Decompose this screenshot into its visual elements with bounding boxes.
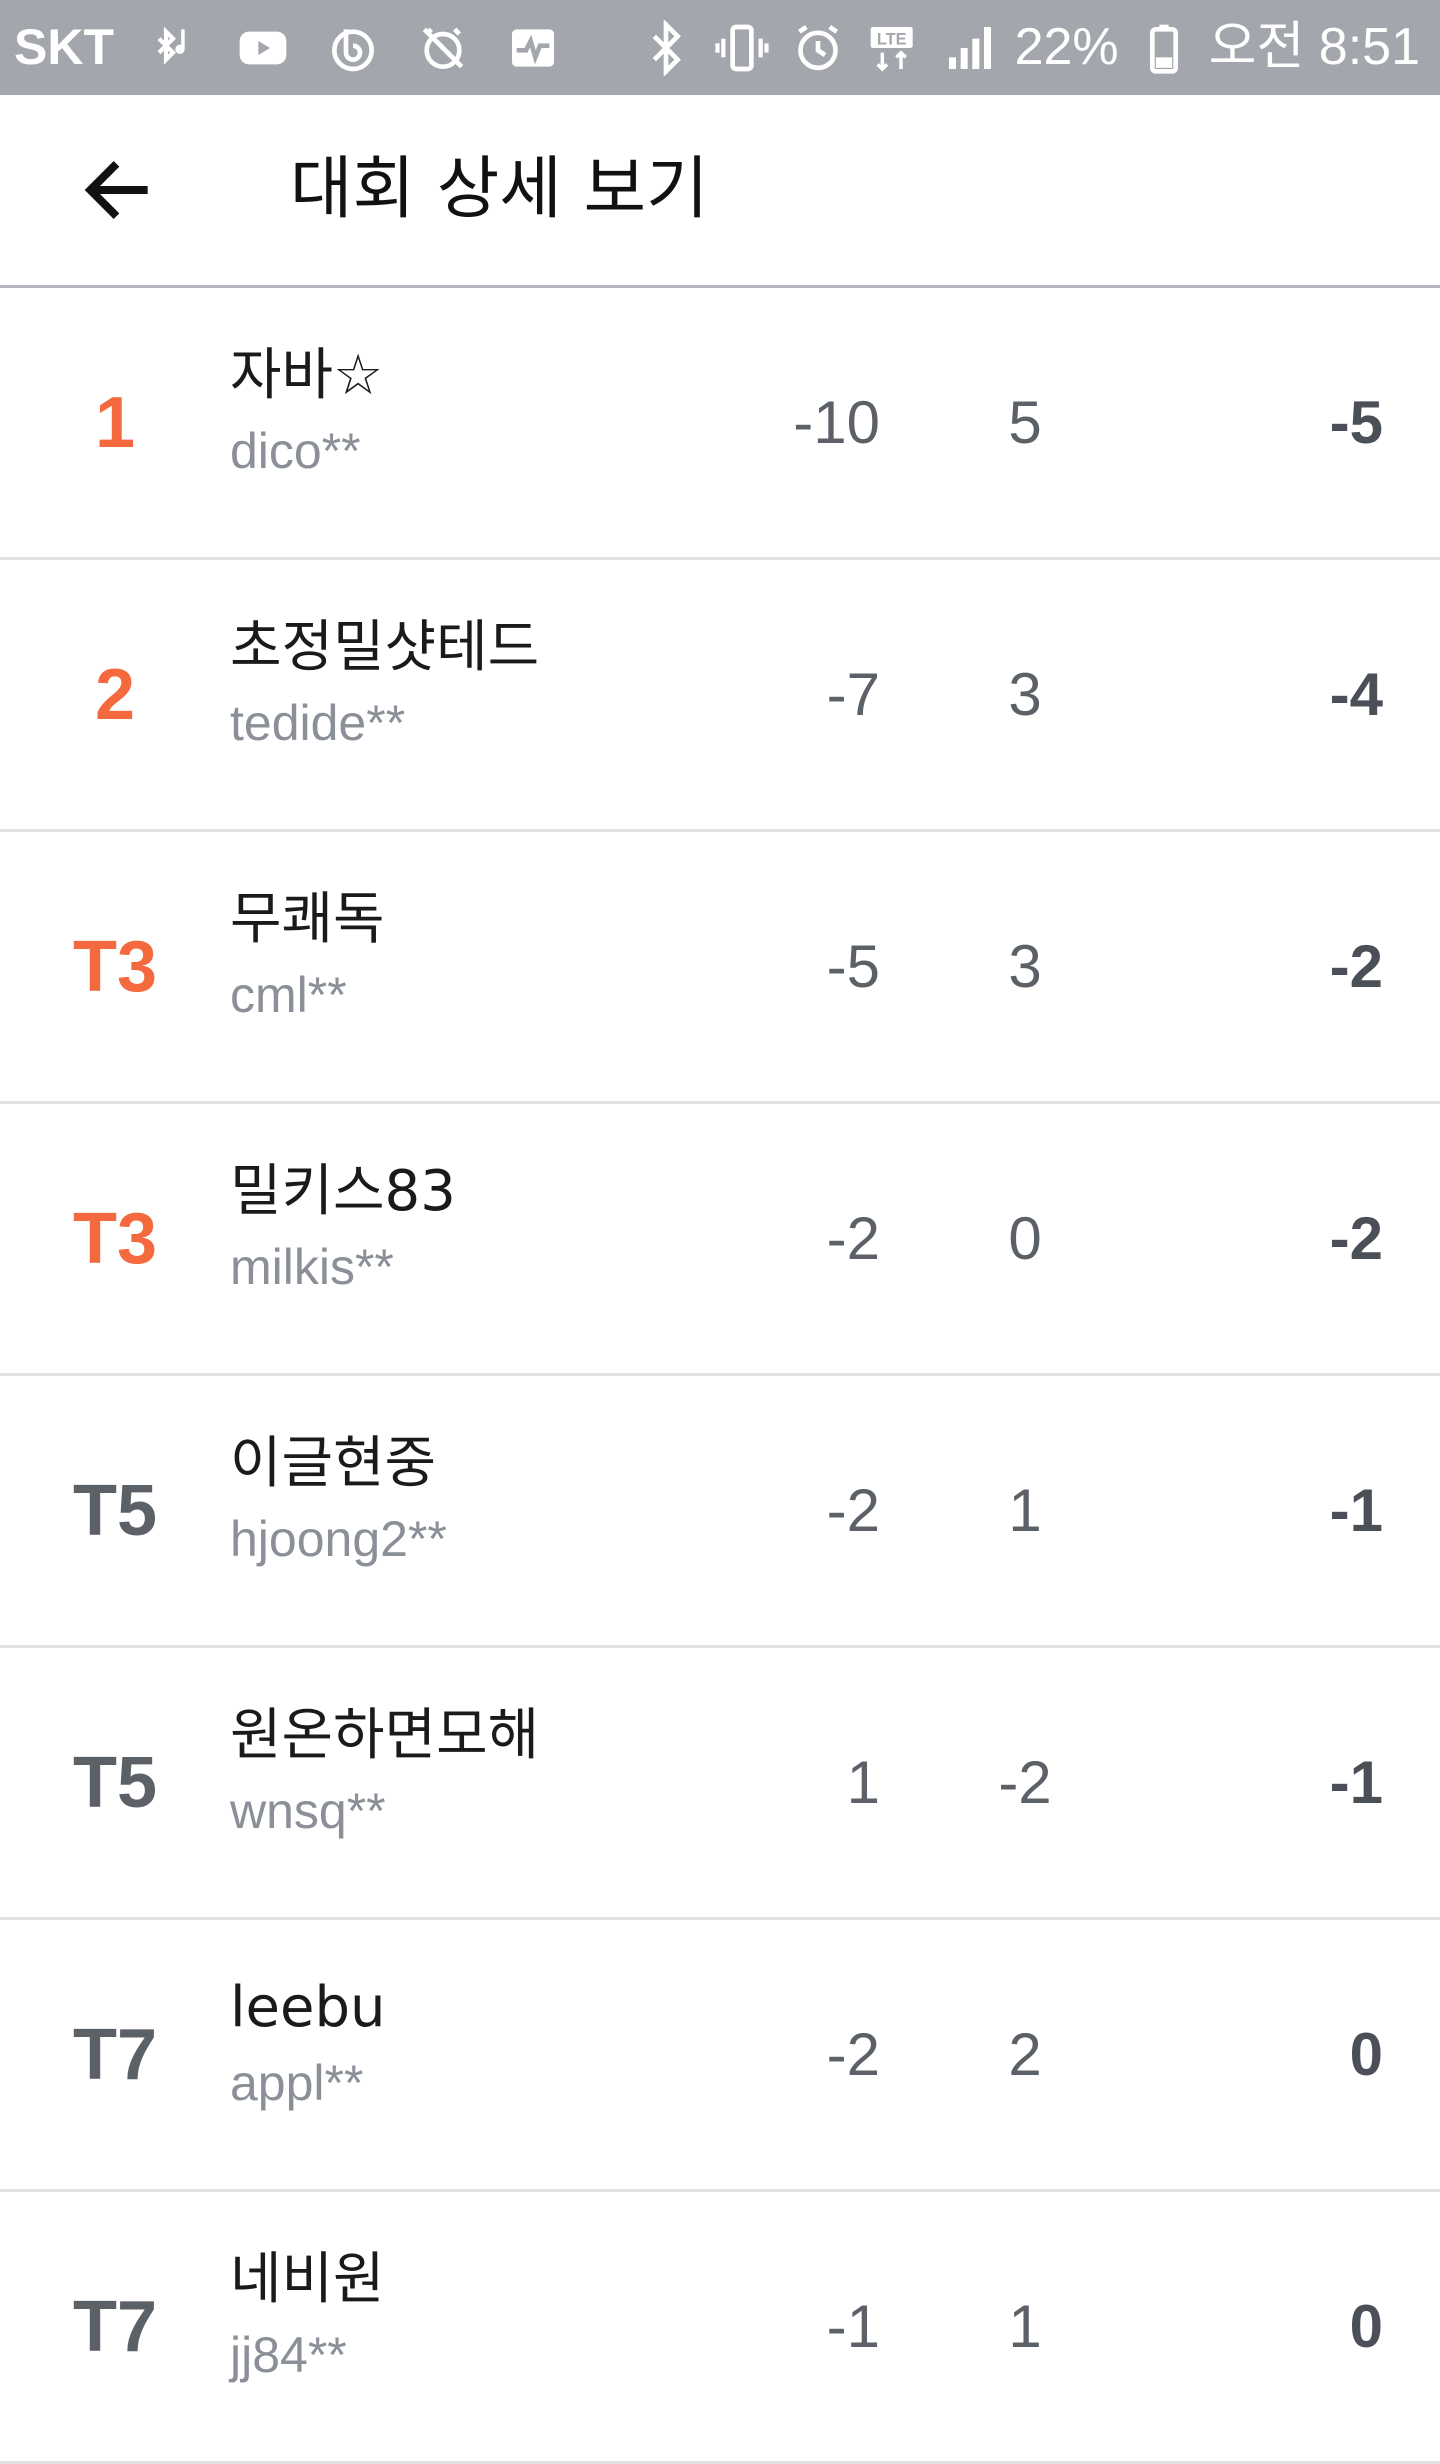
total-score: -2	[1329, 1205, 1383, 1272]
b-app-icon	[322, 17, 384, 79]
back-score: -2	[998, 1749, 1052, 1816]
bluetooth-icon	[635, 17, 697, 79]
front-score: -2	[826, 2021, 880, 2088]
back-score: 5	[1008, 389, 1042, 456]
vibrate-icon	[711, 17, 773, 79]
rank-label: T3	[72, 1198, 158, 1279]
rank-label: T3	[72, 926, 158, 1007]
table-row[interactable]: T7 leebu appl** -2 2 0	[0, 1920, 1440, 2192]
total-score: -4	[1329, 661, 1383, 728]
lte-icon: LTE	[863, 17, 925, 79]
back-button[interactable]	[62, 135, 172, 245]
player-names: 무쾌독 cml**	[230, 880, 385, 1030]
player-names: 원온하면모해 wnsq**	[230, 1696, 539, 1846]
status-bar-left: SKT	[14, 0, 564, 95]
front-score: -2	[826, 1477, 880, 1544]
total-score: -5	[1329, 389, 1383, 456]
alarm-off-icon	[412, 17, 474, 79]
page-title: 대회 상세 보기	[290, 150, 709, 229]
rank-label: T7	[72, 2014, 158, 2095]
rank-label: T5	[72, 1742, 158, 1823]
rank-label: T7	[72, 2286, 158, 2367]
status-bar-right: LTE 22% 오전 8:51	[635, 0, 1420, 95]
player-userid: dico**	[230, 423, 361, 479]
total-score: -1	[1329, 1477, 1383, 1544]
player-nickname: 원온하면모해	[230, 1703, 540, 1768]
player-names: 자바☆ dico**	[230, 336, 383, 486]
back-score: 1	[1008, 1477, 1042, 1544]
back-score: 3	[1008, 661, 1042, 728]
status-bar: SKT LTE 22% 오전 8:51	[0, 0, 1440, 95]
back-score: 2	[1008, 2021, 1042, 2088]
player-userid: milkis**	[230, 1239, 394, 1295]
signal-icon	[939, 17, 1001, 79]
table-row[interactable]: T3 무쾌독 cml** -5 3 -2	[0, 832, 1440, 1104]
player-nickname: 이글현중	[230, 1431, 437, 1496]
back-score: 1	[1008, 2293, 1042, 2360]
table-row[interactable]: T7 네비원 jj84** -1 1 0	[0, 2192, 1440, 2464]
clock: 오전 8:51	[1208, 18, 1420, 76]
total-score: 0	[1349, 2293, 1383, 2360]
front-score: -7	[826, 661, 880, 728]
rank-label: T5	[72, 1470, 158, 1551]
player-userid: appl**	[230, 2055, 364, 2111]
front-score: -10	[793, 389, 880, 456]
alarm-icon	[787, 17, 849, 79]
rank-label: 1	[94, 382, 136, 463]
player-nickname: leebu	[230, 1975, 386, 2040]
carrier-label: SKT	[14, 19, 114, 75]
back-score: 0	[1008, 1205, 1042, 1272]
front-score: -5	[826, 933, 880, 1000]
total-score: -1	[1329, 1749, 1383, 1816]
rank-label: 2	[94, 654, 136, 735]
table-row[interactable]: T5 이글현중 hjoong2** -2 1 -1	[0, 1376, 1440, 1648]
app-bar: 대회 상세 보기	[0, 95, 1440, 288]
player-names: 이글현중 hjoong2**	[230, 1424, 447, 1574]
table-row[interactable]: T3 밀키스83 milkis** -2 0 -2	[0, 1104, 1440, 1376]
player-names: 밀키스83 milkis**	[230, 1152, 456, 1302]
player-names: leebu appl**	[230, 1968, 386, 2118]
back-score: 3	[1008, 933, 1042, 1000]
player-nickname: 자바☆	[230, 343, 384, 408]
battery-percent: 22%	[1014, 18, 1119, 76]
player-nickname: 무쾌독	[230, 887, 385, 952]
front-score: -2	[826, 1205, 880, 1272]
bluetooth-music-icon	[142, 17, 204, 79]
activity-icon	[502, 17, 564, 79]
front-score: 1	[846, 1749, 880, 1816]
youtube-icon	[232, 17, 294, 79]
player-userid: cml**	[230, 967, 347, 1023]
player-userid: jj84**	[230, 2327, 347, 2383]
player-userid: hjoong2**	[230, 1511, 447, 1567]
leaderboard-list: 1 자바☆ dico** -10 5 -5 2 초정밀샷테드 tedide** -7 3 -4 T3 무쾌…	[0, 288, 1440, 2464]
battery-icon	[1133, 17, 1195, 79]
player-nickname: 초정밀샷테드	[230, 615, 540, 680]
player-names: 네비원 jj84**	[230, 2240, 385, 2390]
player-nickname: 네비원	[230, 2247, 385, 2312]
total-score: 0	[1349, 2021, 1383, 2088]
table-row[interactable]: 1 자바☆ dico** -10 5 -5	[0, 288, 1440, 560]
front-score: -1	[826, 2293, 880, 2360]
player-names: 초정밀샷테드 tedide**	[230, 608, 539, 758]
table-row[interactable]: 2 초정밀샷테드 tedide** -7 3 -4	[0, 560, 1440, 832]
total-score: -2	[1329, 933, 1383, 1000]
player-userid: wnsq**	[230, 1783, 386, 1839]
svg-text:LTE: LTE	[876, 30, 906, 48]
arrow-left-icon	[84, 161, 148, 219]
table-row[interactable]: T5 원온하면모해 wnsq** 1 -2 -1	[0, 1648, 1440, 1920]
player-userid: tedide**	[230, 695, 406, 751]
player-nickname: 밀키스83	[230, 1159, 456, 1224]
